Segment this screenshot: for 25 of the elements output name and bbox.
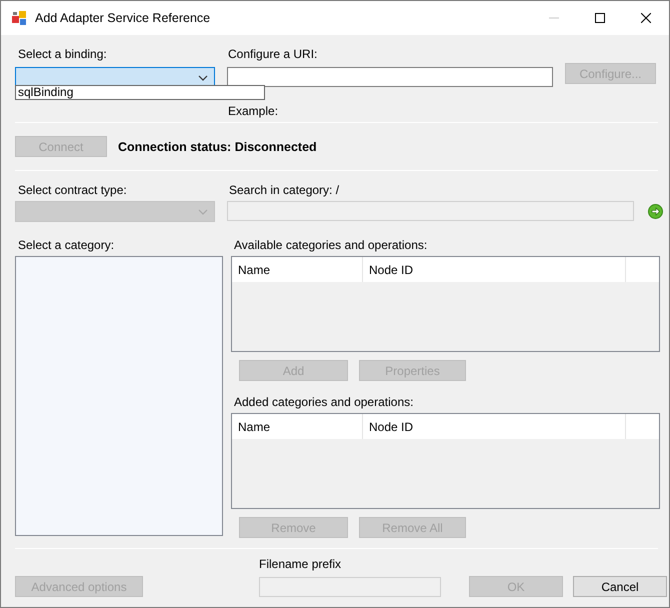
close-icon[interactable] (641, 13, 651, 23)
search-label: Search in category: / (229, 183, 340, 197)
example-label: Example: (228, 104, 280, 118)
window-title: Add Adapter Service Reference (35, 11, 212, 25)
chevron-down-icon (198, 208, 208, 214)
connection-status: Connection status: Disconnected (118, 140, 317, 154)
added-label: Added categories and operations: (234, 395, 414, 409)
binding-label: Select a binding: (18, 47, 108, 61)
cancel-button[interactable]: Cancel (573, 576, 667, 597)
contract-type-label: Select contract type: (18, 183, 128, 197)
operations-list[interactable]: Name Node ID (231, 256, 660, 352)
column-header[interactable]: Name (232, 414, 363, 439)
available-label: Available categories and operations: (234, 238, 428, 252)
uri-label: Configure a URI: (228, 47, 318, 61)
column-header[interactable]: Name (232, 257, 363, 282)
operations-list[interactable]: Name Node ID (231, 413, 660, 509)
app-icon (11, 10, 27, 26)
category-label: Select a category: (18, 238, 116, 252)
uri-field[interactable] (227, 67, 553, 87)
column-header[interactable]: Node ID (363, 257, 626, 282)
filename-prefix-label: Filename prefix (259, 557, 342, 571)
binding-option[interactable]: sqlBinding (16, 86, 264, 99)
chevron-down-icon (198, 74, 208, 80)
column-header[interactable]: Node ID (363, 414, 626, 439)
maximize-icon[interactable] (595, 13, 605, 23)
